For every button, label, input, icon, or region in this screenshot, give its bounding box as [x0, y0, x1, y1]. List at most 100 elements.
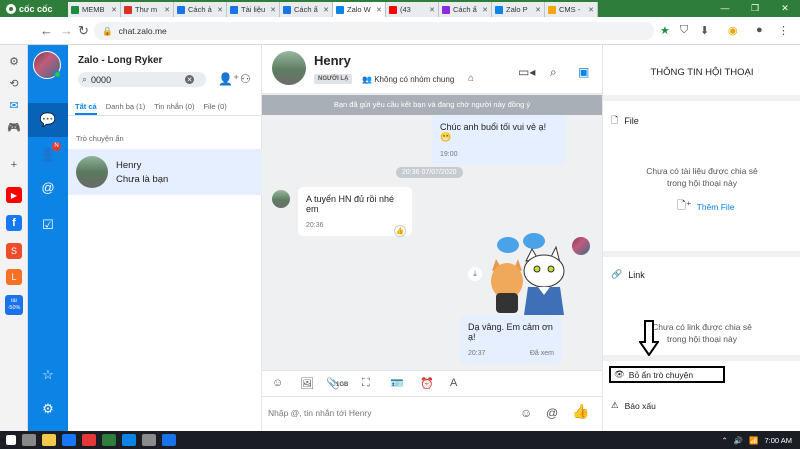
app-taskbar-icon[interactable]	[142, 434, 156, 446]
contact-card-icon[interactable]: 🪪	[390, 377, 404, 390]
edge-taskbar-icon[interactable]	[122, 434, 136, 446]
add-file-button[interactable]: 🗋⁺ Thêm File	[677, 197, 734, 216]
forward-icon[interactable]: →	[60, 23, 73, 38]
close-tab-icon[interactable]: ✕	[429, 6, 435, 14]
browser-tab[interactable]: Cách ẩ ✕	[280, 2, 333, 17]
bookmark-star-icon[interactable]: ★	[660, 24, 670, 37]
browser-tab[interactable]: Cách ả ✕	[174, 2, 227, 17]
download-sticker-icon[interactable]: ⤓	[468, 267, 482, 281]
image-icon[interactable]: 🖼	[300, 377, 314, 390]
unhide-chat-button[interactable]: 👁 Bỏ ẩn trò chuyện	[609, 366, 725, 383]
back-icon[interactable]: ←	[40, 23, 53, 38]
browser-tab[interactable]: CMS - ✕	[545, 2, 598, 17]
browser-tab[interactable]: Thư m ✕	[121, 2, 174, 17]
messenger-icon[interactable]: ✉	[6, 97, 22, 113]
browser-tab[interactable]: Zalo W ✕	[333, 2, 386, 17]
browser-tab[interactable]: Tài liệu ✕	[227, 2, 280, 17]
close-tab-icon[interactable]: ✕	[217, 6, 223, 14]
list-tab[interactable]: Tất cả	[75, 100, 97, 115]
close-tab-icon[interactable]: ✕	[535, 6, 541, 14]
todo-nav-icon[interactable]: ☑	[38, 215, 58, 235]
explorer-icon[interactable]	[42, 434, 56, 446]
sticker-icon[interactable]: ☺	[272, 377, 283, 389]
video-call-icon[interactable]: ▭◂	[518, 65, 535, 79]
close-tab-icon[interactable]: ✕	[164, 6, 170, 14]
clock-text[interactable]: 7:00 AM	[764, 436, 792, 445]
like-reaction-icon[interactable]: 👍	[394, 225, 406, 237]
gear-icon[interactable]: ⚙	[6, 53, 22, 69]
star-nav-icon[interactable]: ☆	[38, 365, 58, 385]
download-icon[interactable]: ⬇	[700, 24, 709, 37]
app-taskbar-icon[interactable]	[82, 434, 96, 446]
menu-dots-icon[interactable]: ⋮	[778, 24, 789, 37]
clear-search-icon[interactable]: ✕	[185, 75, 195, 84]
network-icon[interactable]: 📶	[749, 436, 758, 445]
report-button[interactable]: ⚠ Báo xấu	[611, 400, 656, 411]
extension-icon[interactable]: ◉	[728, 24, 738, 37]
browser-tab[interactable]: (43 ✕	[386, 2, 439, 17]
shopee-icon[interactable]: S	[6, 243, 22, 259]
close-window-icon[interactable]: ✕	[770, 0, 800, 17]
create-group-icon[interactable]: ⚇	[240, 72, 251, 86]
cat-sticker[interactable]	[488, 231, 568, 315]
mention-nav-icon[interactable]: @	[38, 177, 58, 197]
file-section-header[interactable]: 🗋 File	[611, 113, 639, 129]
history-icon[interactable]: ⟲	[6, 75, 22, 91]
close-tab-icon[interactable]: ✕	[482, 6, 488, 14]
search-taskbar-icon[interactable]	[22, 434, 36, 446]
browser-tab[interactable]: Cách ẩ ✕	[439, 2, 492, 17]
youtube-icon[interactable]: ▶	[6, 187, 22, 203]
browser-tab[interactable]: MEMB ✕	[68, 2, 121, 17]
word-taskbar-icon[interactable]	[162, 434, 176, 446]
text-format-icon[interactable]: A	[450, 377, 457, 389]
windows-start-icon[interactable]	[6, 435, 16, 445]
user-avatar[interactable]	[33, 51, 61, 79]
close-tab-icon[interactable]: ✕	[270, 6, 276, 14]
list-tab[interactable]: File (0)	[203, 100, 226, 115]
add-friend-icon[interactable]: 👤⁺	[218, 72, 239, 86]
list-tab[interactable]: Tin nhắn (0)	[154, 100, 194, 115]
info-panel-toggle-icon[interactable]: ▣	[578, 65, 589, 79]
chat-avatar[interactable]	[272, 51, 306, 85]
screenshot-icon[interactable]: ⛶	[362, 377, 370, 390]
messages-nav-icon[interactable]: 💬	[28, 103, 68, 137]
lazada-icon[interactable]: L	[6, 269, 22, 285]
search-chat-icon[interactable]: ⌕	[550, 65, 557, 80]
thumbs-up-send-icon[interactable]: 👍	[572, 403, 589, 420]
minimize-icon[interactable]: —	[710, 0, 740, 17]
shield-icon[interactable]: ⛉	[680, 24, 688, 37]
list-tab[interactable]: Danh bạ (1)	[106, 100, 146, 115]
search-input[interactable]	[91, 74, 182, 85]
close-tab-icon[interactable]: ✕	[111, 6, 117, 14]
reminder-clock-icon[interactable]: ⏰	[420, 377, 434, 390]
facebook-icon[interactable]: f	[6, 215, 22, 231]
maximize-icon[interactable]: ❐	[740, 0, 770, 17]
coccoc-logo[interactable]: cốc cốc	[0, 0, 68, 17]
add-icon[interactable]: +	[6, 157, 22, 173]
url-field[interactable]: 🔒 chat.zalo.me	[94, 22, 654, 40]
at-mention-icon[interactable]: @	[546, 406, 558, 420]
close-tab-icon[interactable]: ✕	[588, 6, 594, 14]
seen-status: Đã xem	[529, 350, 554, 357]
settings-nav-icon[interactable]: ⚙	[38, 399, 58, 419]
tray-arrow-icon[interactable]: ⌃	[721, 436, 727, 445]
link-section-header[interactable]: 🔗 Link	[611, 269, 645, 280]
message-bubble[interactable]: Dạ vâng. Em cảm ơn ạ! 20:37 Đã xem	[460, 315, 562, 364]
search-box[interactable]: ⌕ ✕	[78, 72, 206, 87]
profile-avatar-icon[interactable]: ●	[756, 24, 763, 36]
coccoc-taskbar-icon[interactable]	[102, 434, 116, 446]
tag-icon[interactable]: ⌂	[468, 73, 474, 84]
facebook-taskbar-icon[interactable]	[62, 434, 76, 446]
game-icon[interactable]: 🎮	[6, 119, 22, 135]
sale-badge[interactable]: tải -50%	[5, 295, 23, 315]
conversation-item[interactable]: Henry Chưa là bạn	[68, 149, 262, 195]
volume-icon[interactable]: 🔊	[734, 436, 743, 445]
message-bubble[interactable]: Chúc anh buổi tối vui vẻ ạ! 😁 19:00	[432, 115, 566, 165]
emoji-icon[interactable]: ☺	[520, 406, 532, 420]
close-tab-icon[interactable]: ✕	[376, 6, 382, 14]
browser-tab[interactable]: Zalo P ✕	[492, 2, 545, 17]
close-tab-icon[interactable]: ✕	[323, 6, 329, 14]
reload-icon[interactable]: ↻	[78, 23, 89, 39]
contacts-nav-icon[interactable]: 👤 N	[38, 142, 61, 165]
message-input[interactable]	[268, 408, 498, 418]
